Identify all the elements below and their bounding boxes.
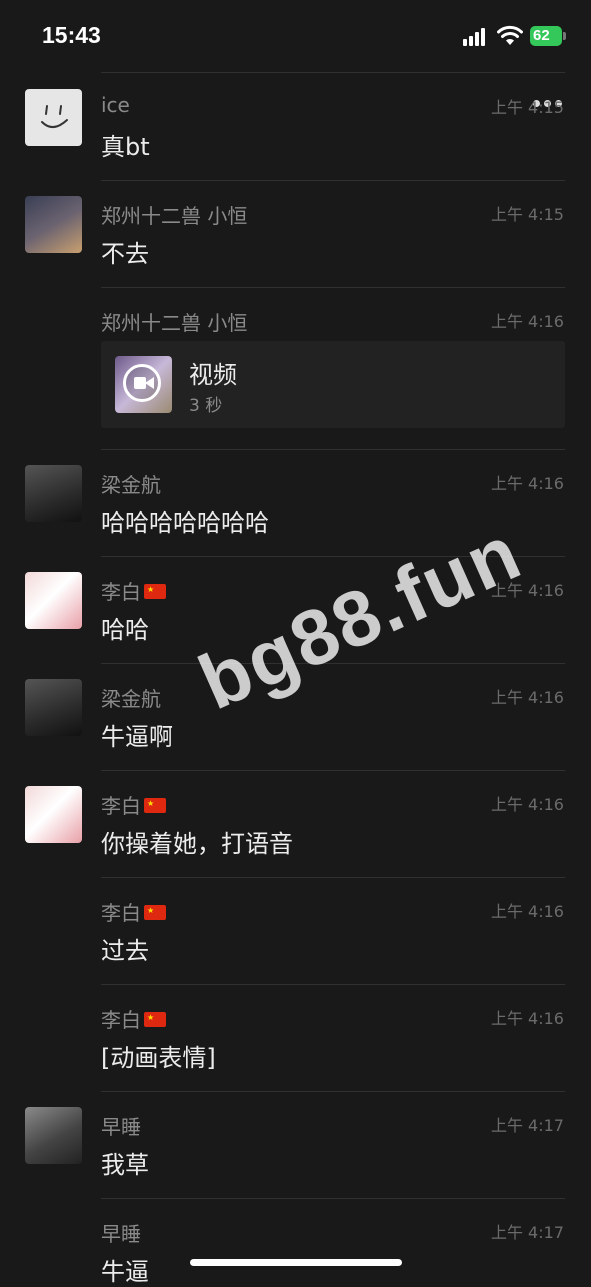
avatar[interactable] [25,196,82,253]
chat-message[interactable]: 李白 上午 4:16 [动画表情] [0,984,591,1091]
sender-name: 梁金航 [101,473,161,497]
sender-name-row: 李白 [101,576,166,605]
message-text: 牛逼啊 [101,723,173,751]
message-text: 哈哈 [101,616,149,644]
chat-message[interactable]: ice 上午 4:15 真bt [0,73,591,180]
video-card[interactable]: 视频 3 秒 [101,341,565,428]
sender-name: 李白 [101,901,141,925]
sender-name: ice [101,93,130,117]
message-text: 我草 [101,1151,149,1179]
message-time: 上午 4:15 [490,98,564,117]
chat-message[interactable]: 早睡 上午 4:17 我草 [0,1091,591,1198]
message-time: 上午 4:16 [490,902,564,921]
sender-name: 李白 [101,1008,141,1032]
china-flag-icon [144,1012,166,1027]
message-time: 上午 4:16 [490,688,564,707]
sender-name: 早睡 [101,1222,141,1246]
message-text: 真bt [101,133,150,161]
video-title: 视频 [189,361,237,389]
message-time: 上午 4:16 [490,795,564,814]
message-text: 牛逼 [101,1258,149,1286]
message-text: 过去 [101,937,149,965]
sender-name: 梁金航 [101,687,161,711]
message-text: 哈哈哈哈哈哈哈 [101,509,269,537]
message-time: 上午 4:16 [490,1009,564,1028]
china-flag-icon [144,798,166,813]
message-time: 上午 4:17 [490,1116,564,1135]
sender-name-row: 李白 [101,790,166,819]
sender-name: 早睡 [101,1115,141,1139]
video-camera-icon [123,364,161,402]
chat-message[interactable]: 李白 上午 4:16 过去 [0,877,591,984]
avatar[interactable] [25,465,82,522]
home-indicator[interactable] [190,1259,402,1266]
avatar[interactable] [25,572,82,629]
video-thumbnail[interactable] [115,356,172,413]
message-text: 你操着她，打语音 [101,830,293,858]
chat-message[interactable]: 郑州十二兽 小恒 上午 4:15 不去 [0,180,591,287]
cellular-signal-icon [463,28,489,46]
sender-name-row: 李白 [101,897,166,926]
chat-message[interactable]: 李白 上午 4:16 你操着她，打语音 [0,770,591,877]
china-flag-icon [144,905,166,920]
sender-name: 郑州十二兽 小恒 [101,204,248,228]
battery-icon: 62 [530,26,562,46]
avatar[interactable] [25,679,82,736]
chat-message[interactable]: 郑州十二兽 小恒 上午 4:16 视频 3 秒 [0,287,591,449]
sender-name: 李白 [101,580,141,604]
message-text: 不去 [101,240,149,268]
smiley-face-icon [41,105,68,128]
message-text: [动画表情] [101,1044,216,1072]
avatar[interactable] [25,1107,82,1164]
message-time: 上午 4:15 [490,205,564,224]
video-duration: 3 秒 [189,396,223,416]
status-time: 15:43 [42,22,101,48]
avatar[interactable] [25,89,82,146]
sender-name: 李白 [101,794,141,818]
sender-name-row: 李白 [101,1004,166,1033]
message-time: 上午 4:17 [490,1223,564,1242]
sender-name: 郑州十二兽 小恒 [101,311,248,335]
message-time: 上午 4:16 [490,312,564,331]
wifi-icon [497,25,523,45]
battery-tip [563,32,566,40]
message-time: 上午 4:16 [490,474,564,493]
chat-message[interactable]: 早睡 上午 4:17 牛逼 [0,1198,591,1286]
avatar[interactable] [25,786,82,843]
china-flag-icon [144,584,166,599]
status-bar: 15:43 62 [0,0,591,72]
